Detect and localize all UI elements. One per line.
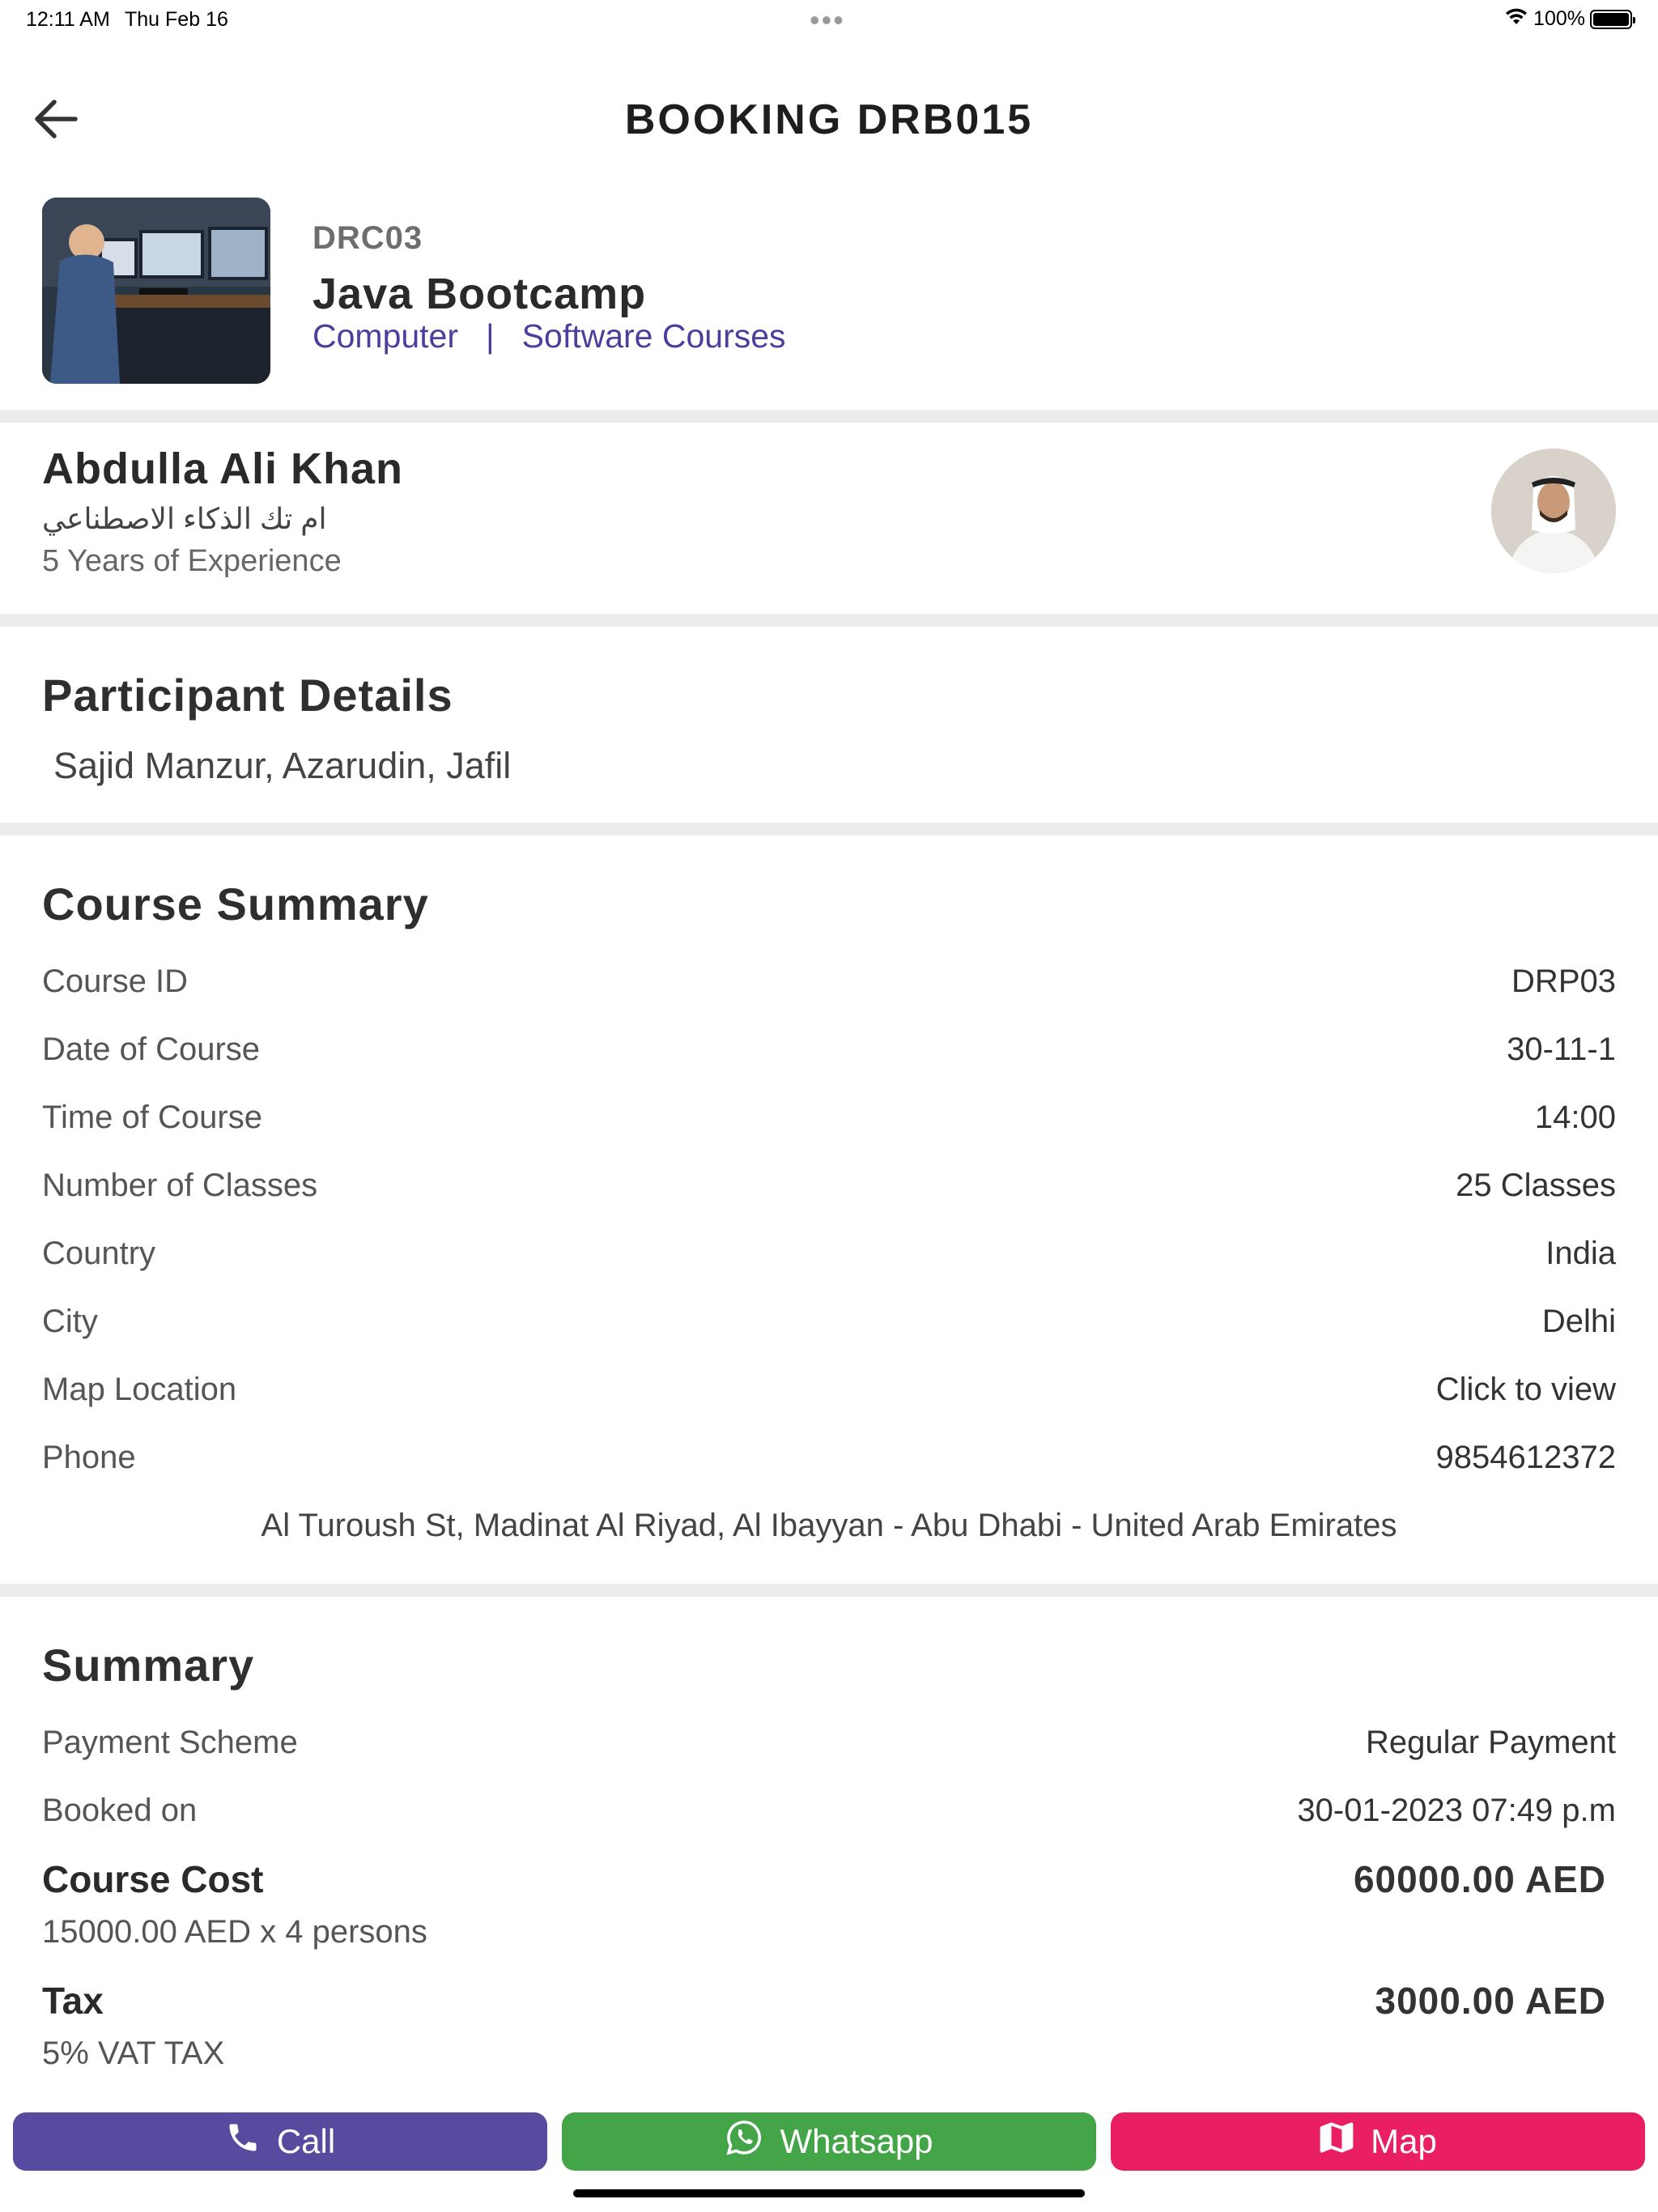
- home-indicator[interactable]: [573, 2189, 1085, 2197]
- call-label: Call: [276, 2122, 336, 2160]
- course-subcategory[interactable]: Software Courses: [522, 317, 786, 355]
- tax-label: Tax: [42, 1980, 104, 2022]
- status-bar: 12:11 AM Thu Feb 16 ••• 100%: [0, 0, 1658, 39]
- row-value: India: [1545, 1235, 1616, 1271]
- course-time-row: Time of Course 14:00: [42, 1093, 1616, 1142]
- participant-names: Sajid Manzur, Azarudin, Jafil: [53, 745, 512, 786]
- tax-value: 3000.00 AED: [1375, 1980, 1606, 2022]
- course-code: DRC03: [312, 220, 423, 256]
- header: BOOKING DRB015: [0, 78, 1658, 167]
- map-location-row[interactable]: Map Location Click to view: [42, 1365, 1616, 1414]
- section-divider: [0, 823, 1658, 836]
- phone-row: Phone 9854612372: [42, 1433, 1616, 1482]
- map-location-link[interactable]: Click to view: [1436, 1372, 1616, 1408]
- row-label: Payment Scheme: [42, 1724, 298, 1760]
- row-value: Regular Payment: [1365, 1724, 1616, 1760]
- row-value: 30-01-2023 07:49 p.m: [1297, 1792, 1616, 1828]
- row-value: 30-11-1: [1507, 1031, 1616, 1067]
- row-value: 25 Classes: [1456, 1167, 1616, 1203]
- course-category[interactable]: Computer: [312, 317, 458, 355]
- course-categories: Computer | Software Courses: [312, 317, 786, 355]
- whatsapp-button[interactable]: Whatsapp: [562, 2112, 1096, 2171]
- participant-details-heading: Participant Details: [42, 670, 453, 721]
- course-cost-detail: 15000.00 AED x 4 persons: [42, 1914, 427, 1950]
- course-date-row: Date of Course 30-11-1: [42, 1025, 1616, 1074]
- country-row: Country India: [42, 1229, 1616, 1278]
- tax-row: Tax 3000.00 AED: [42, 1979, 1606, 2023]
- battery-icon: [1590, 9, 1635, 29]
- row-label: Country: [42, 1235, 156, 1271]
- multitasking-dots[interactable]: •••: [810, 3, 845, 37]
- battery-percent: 100%: [1533, 7, 1585, 30]
- payment-scheme-row: Payment Scheme Regular Payment: [42, 1718, 1616, 1767]
- row-value: 14:00: [1534, 1099, 1616, 1135]
- phone-number[interactable]: 9854612372: [1436, 1440, 1616, 1476]
- course-cost-value: 60000.00 AED: [1353, 1858, 1606, 1900]
- status-indicators: 100%: [1504, 6, 1635, 32]
- status-date: Thu Feb 16: [125, 8, 228, 31]
- instructor-experience: 5 Years of Experience: [42, 544, 342, 578]
- course-cost-row: Course Cost 60000.00 AED: [42, 1857, 1606, 1901]
- row-label: Booked on: [42, 1792, 198, 1828]
- summary-heading: Summary: [42, 1640, 255, 1691]
- section-divider: [0, 1584, 1658, 1597]
- booked-on-row: Booked on 30-01-2023 07:49 p.m: [42, 1786, 1616, 1835]
- course-title: Java Bootcamp: [312, 270, 647, 318]
- section-divider: [0, 614, 1658, 627]
- tax-detail: 5% VAT TAX: [42, 2035, 225, 2071]
- course-cost-label: Course Cost: [42, 1858, 264, 1900]
- number-of-classes-row: Number of Classes 25 Classes: [42, 1161, 1616, 1210]
- map-label: Map: [1371, 2122, 1437, 2160]
- row-label: City: [42, 1303, 98, 1339]
- row-value: DRP03: [1511, 963, 1616, 999]
- category-separator: |: [486, 317, 495, 355]
- city-row: City Delhi: [42, 1297, 1616, 1346]
- whatsapp-icon: [725, 2118, 763, 2165]
- whatsapp-label: Whatsapp: [780, 2122, 933, 2160]
- avatar[interactable]: [1491, 449, 1616, 573]
- row-label: Number of Classes: [42, 1167, 318, 1203]
- wifi-icon: [1504, 6, 1528, 32]
- row-label: Course ID: [42, 963, 189, 999]
- call-button[interactable]: Call: [13, 2112, 547, 2171]
- instructor-organization: ام تك الذكاء الاصطناعي: [42, 502, 327, 535]
- map-button[interactable]: Map: [1111, 2112, 1645, 2171]
- page-title: BOOKING DRB015: [624, 96, 1034, 143]
- status-time: 12:11 AM: [26, 8, 110, 31]
- course-thumbnail: [42, 198, 270, 384]
- booking-detail-screen: 12:11 AM Thu Feb 16 ••• 100% BOOKING DRB…: [0, 0, 1658, 2212]
- phone-icon: [225, 2120, 261, 2163]
- course-id-row: Course ID DRP03: [42, 957, 1616, 1006]
- row-label: Date of Course: [42, 1031, 261, 1067]
- row-value: Delhi: [1541, 1303, 1616, 1339]
- map-icon: [1319, 2120, 1354, 2163]
- row-label: Map Location: [42, 1371, 237, 1407]
- section-divider: [0, 410, 1658, 423]
- course-summary-heading: Course Summary: [42, 878, 429, 929]
- instructor-name: Abdulla Ali Khan: [42, 445, 403, 493]
- row-label: Phone: [42, 1439, 136, 1475]
- course-card[interactable]: DRC03 Java Bootcamp Computer | Software …: [0, 191, 1658, 410]
- row-label: Time of Course: [42, 1099, 262, 1135]
- course-address: Al Turoush St, Madinat Al Riyad, Al Ibay…: [261, 1508, 1397, 1543]
